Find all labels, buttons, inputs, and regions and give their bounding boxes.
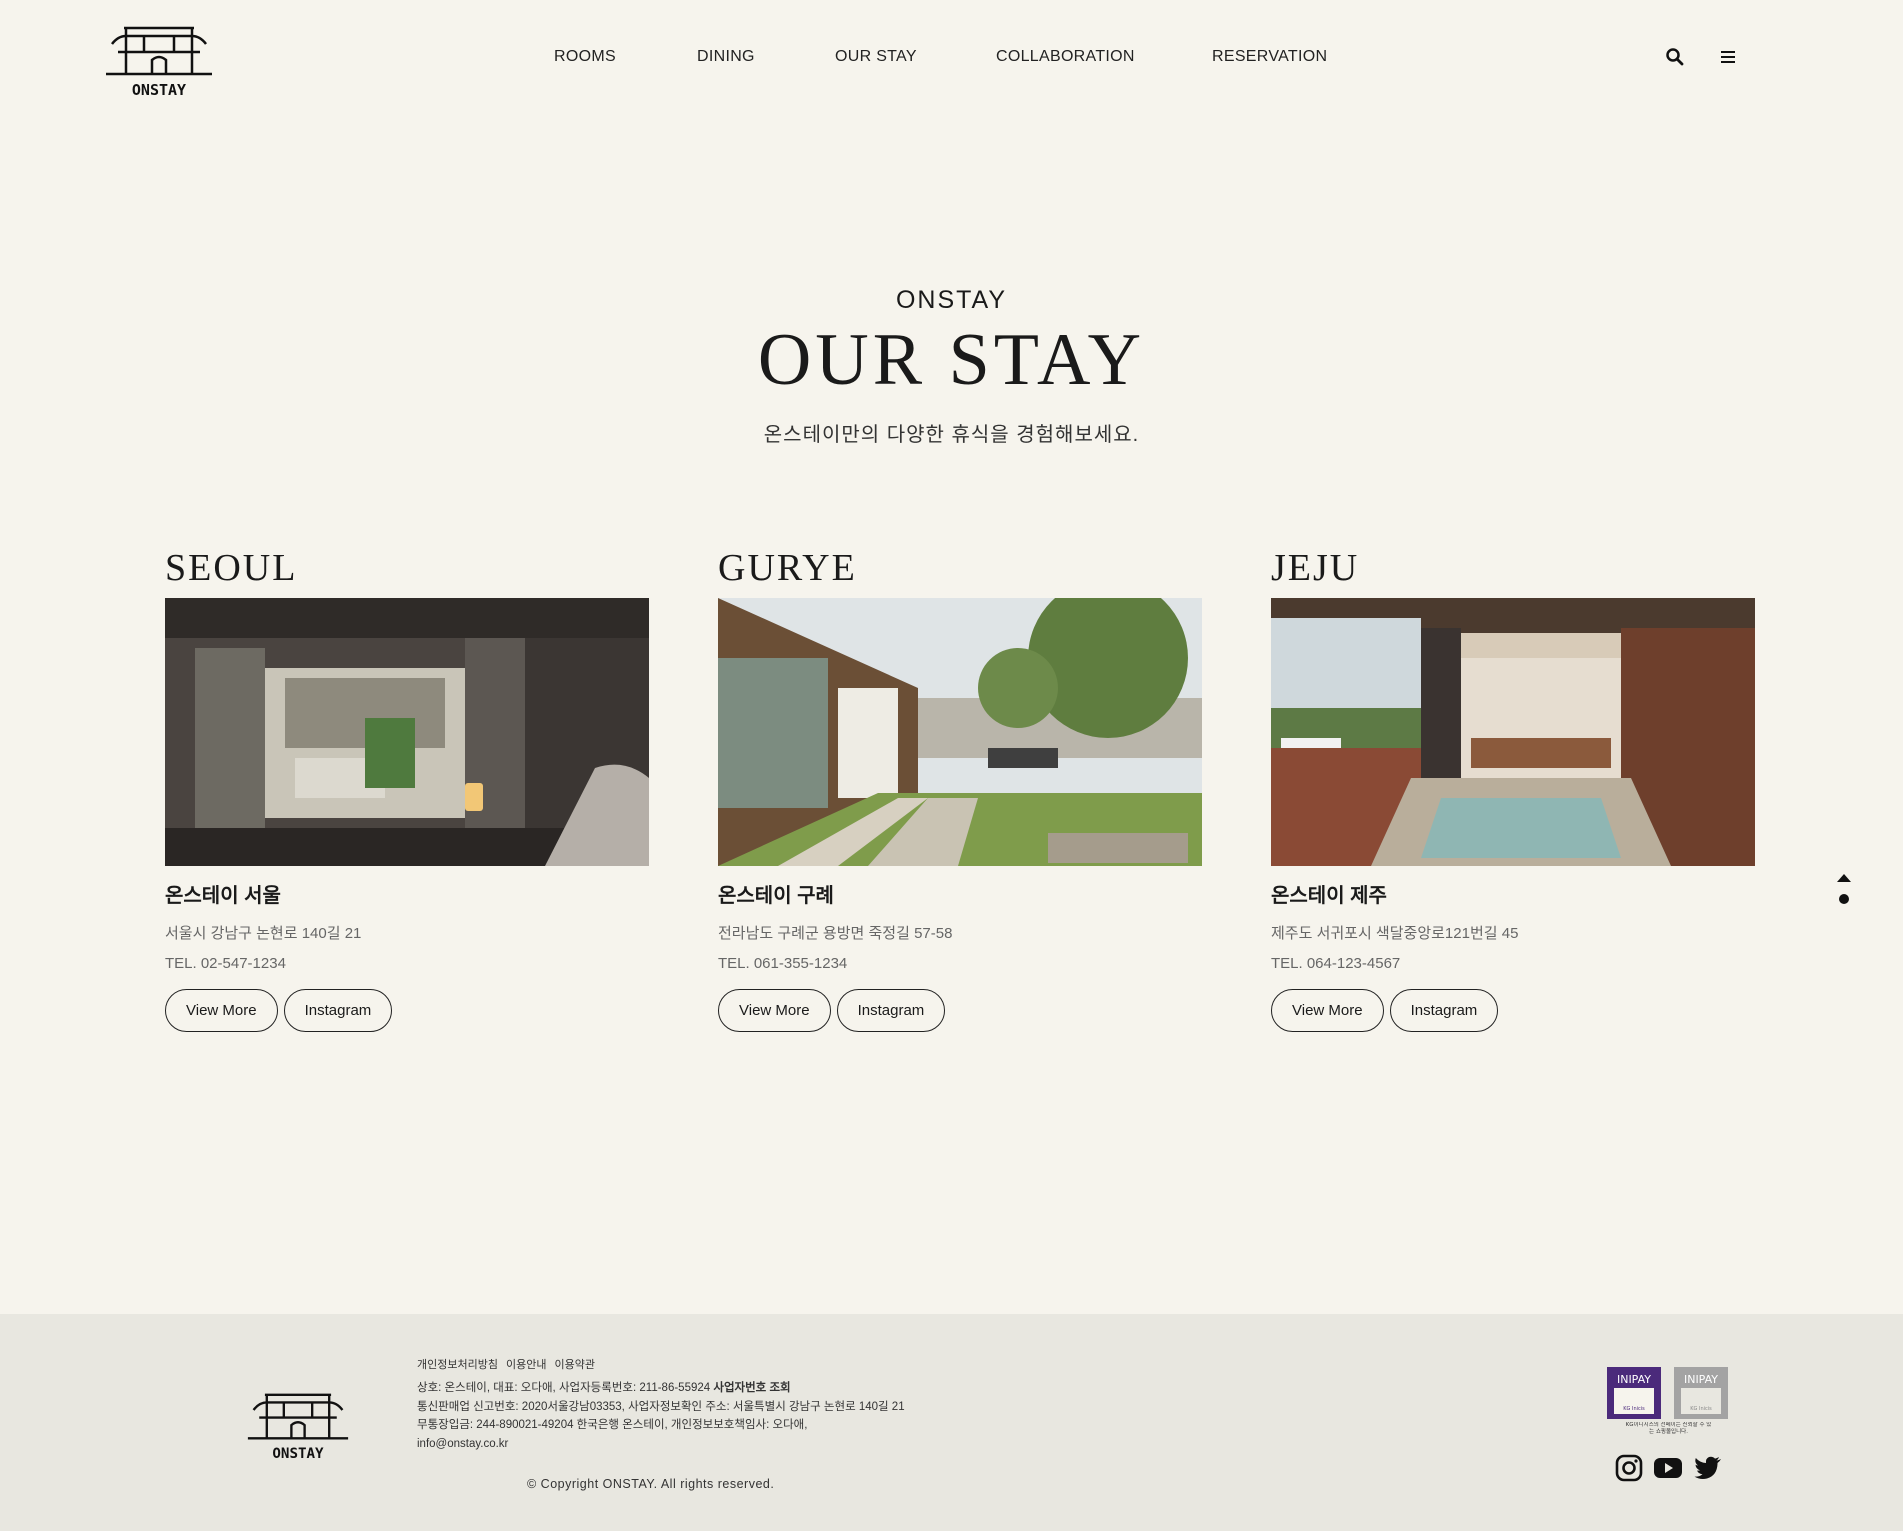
stay-card-jeju: JEJU 온스테이 제주 제주도 서귀포시 색달중앙로121번길 45 TEL.…: [1271, 548, 1755, 1033]
stay-address: 제주도 서귀포시 색달중앙로121번길 45: [1271, 925, 1519, 942]
stay-card-seoul: SEOUL 온스테이 서울 서울시 강남구 논현로 140길 21 TEL. 0…: [165, 548, 649, 1033]
stay-name: 온스테이 제주: [1271, 885, 1387, 907]
usage-guide-link[interactable]: 이용안내: [506, 1359, 546, 1371]
jeju-photo[interactable]: [1271, 598, 1755, 866]
footer-links: 개인정보처리방침 이용안내 이용약관: [417, 1356, 603, 1372]
youtube-icon[interactable]: [1653, 1453, 1683, 1483]
kg-inicis-label-2: KG Inicis: [1690, 1406, 1712, 1412]
city-title: JEJU: [1271, 547, 1360, 589]
company-line-1: 상호: 온스테이, 대표: 오다애, 사업자등록번호: 211-86-55924: [417, 1382, 711, 1394]
company-line-3: 무통장입금: 244-890021-49204 한국은행 온스테이, 개인정보보…: [417, 1419, 808, 1431]
menu-icon[interactable]: [1718, 47, 1738, 67]
inipay-badges[interactable]: INIPAY KG Inicis INIPAY KG Inicis KG이니시스…: [1606, 1366, 1731, 1446]
nav-our-stay[interactable]: OUR STAY: [835, 48, 917, 66]
copyright: © Copyright ONSTAY. All rights reserved.: [527, 1477, 775, 1491]
view-more-button[interactable]: View More: [718, 989, 831, 1032]
search-icon[interactable]: [1665, 47, 1685, 67]
instagram-button[interactable]: Instagram: [283, 989, 393, 1032]
seoul-photo[interactable]: [165, 598, 649, 866]
main-nav: ROOMS DINING OUR STAY COLLABORATION RESE…: [0, 48, 1903, 68]
terms-link[interactable]: 이용약관: [554, 1359, 594, 1371]
company-info: 상호: 온스테이, 대표: 오다애, 사업자등록번호: 211-86-55924…: [417, 1379, 917, 1453]
site-footer: ONSTAY 개인정보처리방침 이용안내 이용약관 상호: 온스테이, 대표: 오다…: [0, 1314, 1903, 1531]
page-title: OUR STAY: [757, 319, 1146, 401]
nav-collaboration[interactable]: COLLABORATION: [996, 48, 1135, 66]
scroll-top-icon[interactable]: [1834, 868, 1854, 908]
hero-subtitle: ONSTAY: [895, 286, 1008, 314]
stay-phone: TEL. 02-547-1234: [165, 955, 286, 972]
hero-description: 온스테이만의 다양한 휴식을 경험해보세요.: [763, 424, 1140, 446]
gurye-photo[interactable]: [718, 598, 1202, 866]
stay-address: 전라남도 구례군 용방면 죽정길 57-58: [718, 925, 953, 942]
logo-text: ONSTAY: [132, 81, 186, 99]
nav-reservation[interactable]: RESERVATION: [1212, 48, 1327, 66]
city-title: SEOUL: [165, 547, 298, 589]
view-more-button[interactable]: View More: [165, 989, 278, 1032]
privacy-policy-link[interactable]: 개인정보처리방침: [417, 1359, 498, 1371]
site-header: ONSTAY ROOMS DINING OUR STAY COLLABORATI…: [0, 0, 1903, 120]
instagram-icon[interactable]: [1614, 1453, 1644, 1483]
business-lookup-link[interactable]: 사업자번호 조회: [713, 1382, 790, 1394]
kg-inicis-label: KG Inicis: [1623, 1406, 1645, 1412]
stay-phone: TEL. 061-355-1234: [718, 955, 848, 972]
stay-name: 온스테이 서울: [165, 885, 281, 907]
company-email[interactable]: info@onstay.co.kr: [417, 1435, 917, 1454]
twitter-icon[interactable]: [1693, 1453, 1723, 1483]
instagram-button[interactable]: Instagram: [1389, 989, 1499, 1032]
view-more-button[interactable]: View More: [1271, 989, 1384, 1032]
nav-rooms[interactable]: ROOMS: [554, 48, 616, 66]
stay-name: 온스테이 구례: [718, 885, 834, 907]
inipay-label-2: INIPAY: [1684, 1373, 1718, 1386]
nav-dining[interactable]: DINING: [697, 48, 755, 66]
footer-logo[interactable]: ONSTAY: [246, 1389, 350, 1465]
stay-phone: TEL. 064-123-4567: [1271, 955, 1401, 972]
inipay-label: INIPAY: [1617, 1373, 1651, 1386]
company-line-2: 통신판매업 신고번호: 2020서울강남03353, 사업자정보확인 주소: 서…: [417, 1400, 905, 1413]
stay-card-gurye: GURYE 온스테이 구례 전라남도 구례군 용방면 죽정길 57-58 TEL…: [718, 548, 1202, 1033]
footer-logo-text: ONSTAY: [272, 1446, 324, 1462]
city-title: GURYE: [718, 547, 857, 589]
badge-caption: KG이니시스의 전페이는 신뢰할 수 있는 쇼핑몰입니다.: [1625, 1422, 1712, 1435]
stay-address: 서울시 강남구 논현로 140길 21: [165, 925, 362, 942]
instagram-button[interactable]: Instagram: [836, 989, 946, 1032]
